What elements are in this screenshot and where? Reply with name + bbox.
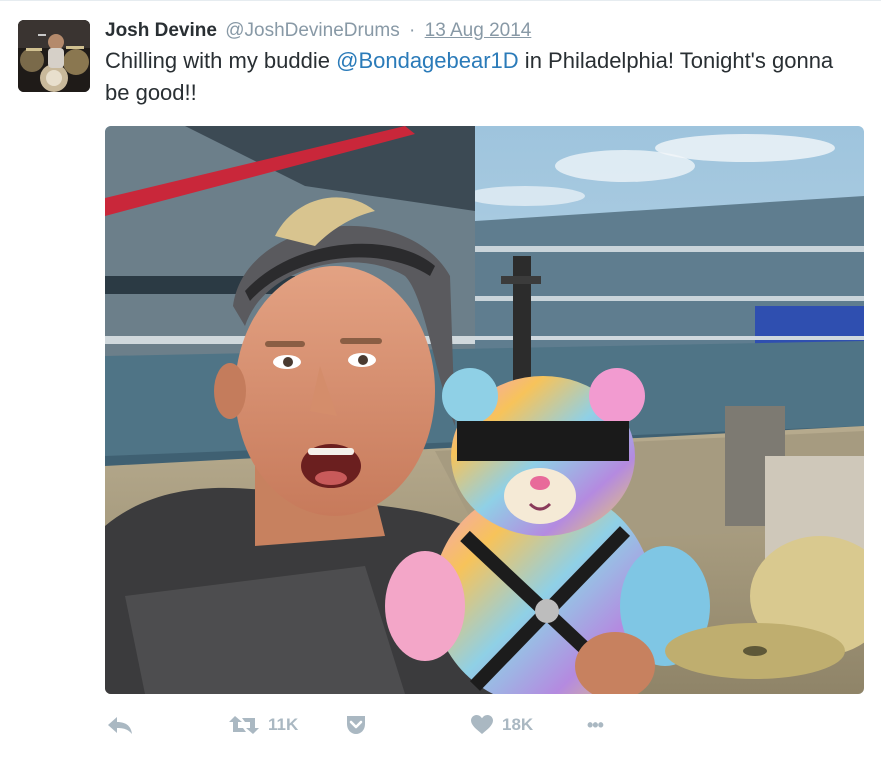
pocket-icon	[347, 716, 365, 734]
more-icon: •••	[587, 714, 604, 735]
author-name[interactable]: Josh Devine	[105, 20, 217, 41]
tweet-date-link[interactable]: 13 Aug 2014	[425, 20, 532, 41]
author-handle[interactable]: @JoshDevineDrums	[225, 20, 400, 41]
heart-icon	[471, 715, 493, 734]
mention-link[interactable]: @Bondagebear1D	[336, 48, 519, 73]
tweet-header: Josh Devine @JoshDevineDrums · 13 Aug 20…	[105, 18, 531, 44]
tweet-text-start: Chilling with my buddie	[105, 48, 337, 73]
like-button[interactable]: 18K	[471, 709, 533, 741]
tweet-actions: 11K 18K •••	[105, 709, 865, 741]
tweet-text: Chilling with my buddie @Bondagebear1D i…	[105, 45, 855, 109]
avatar-image	[18, 20, 90, 92]
reply-icon	[108, 717, 132, 734]
pocket-button[interactable]	[345, 709, 367, 741]
selfie-photo	[105, 126, 864, 694]
retweet-icon	[229, 716, 259, 734]
retweet-button[interactable]: 11K	[229, 709, 298, 741]
tweet-photo[interactable]	[105, 126, 864, 694]
avatar[interactable]	[18, 20, 90, 92]
retweet-count: 11K	[268, 715, 299, 734]
more-button[interactable]: •••	[587, 709, 604, 741]
reply-button[interactable]	[107, 709, 133, 741]
separator-dot: ·	[409, 20, 416, 41]
like-count: 18K	[502, 715, 534, 734]
tweet: Josh Devine @JoshDevineDrums · 13 Aug 20…	[0, 0, 881, 758]
